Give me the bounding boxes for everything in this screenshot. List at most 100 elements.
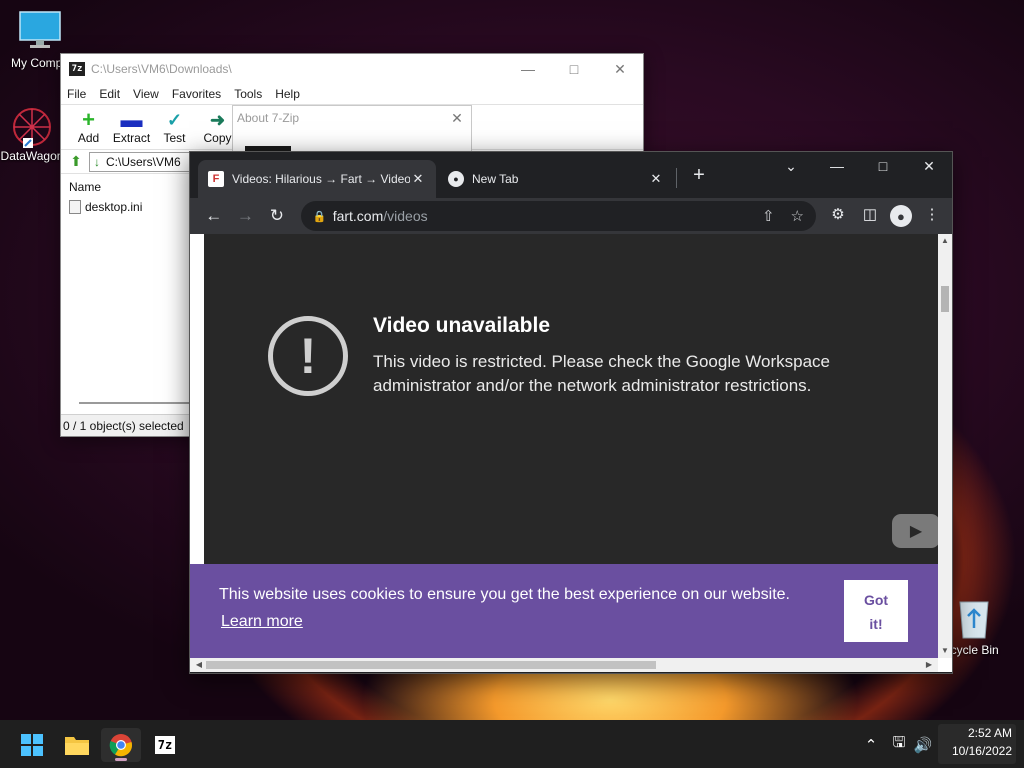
maximize-icon[interactable]: □: [551, 61, 597, 78]
scroll-thumb[interactable]: [206, 661, 656, 669]
clock-date: 10/16/2022: [951, 744, 1012, 758]
page-viewport[interactable]: ! Video unavailable This video is restri…: [190, 234, 952, 672]
scroll-up-icon[interactable]: ▲: [938, 234, 952, 248]
menu-help[interactable]: Help: [275, 87, 300, 101]
menu-file[interactable]: File: [67, 87, 86, 101]
fart-favicon-icon: F: [208, 171, 224, 187]
exclamation-icon: !: [268, 316, 348, 396]
scroll-right-icon[interactable]: ▶: [922, 658, 936, 672]
close-icon[interactable]: ✕: [597, 61, 643, 78]
menu-view[interactable]: View: [133, 87, 159, 101]
cookie-message: This website uses cookies to ensure you …: [219, 586, 790, 603]
vertical-scrollbar[interactable]: ▲ ▼: [938, 234, 952, 658]
scroll-down-icon[interactable]: ▼: [938, 644, 952, 658]
tab-title: New Tab: [472, 172, 519, 186]
7zip-menu-bar: File Edit View Favorites Tools Help: [61, 84, 643, 104]
file-explorer-icon: [65, 737, 89, 755]
clock[interactable]: 2:52 AM 10/16/2022: [944, 724, 1012, 760]
7zip-horizontal-scrollbar[interactable]: [79, 402, 199, 404]
extract-label: Extract: [112, 131, 151, 145]
network-icon[interactable]: 🖫: [886, 732, 912, 757]
scroll-left-icon[interactable]: ◀: [192, 658, 206, 672]
scroll-thumb[interactable]: [941, 286, 949, 312]
profile-icon[interactable]: ●: [889, 205, 912, 227]
lock-icon: 🔒: [312, 211, 327, 223]
got-it-button[interactable]: Got it!: [844, 580, 908, 642]
close-icon[interactable]: ✕: [443, 110, 471, 127]
url-host: fart.com: [332, 208, 384, 224]
taskbar-file-explorer[interactable]: [57, 728, 97, 762]
start-icon: [21, 734, 43, 756]
forward-icon[interactable]: →: [230, 202, 262, 230]
address-bar[interactable]: 🔒 fart.com/videos ⇧ ☆: [300, 201, 816, 231]
side-panel-icon[interactable]: ◫: [858, 205, 882, 227]
recycle-bin-icon: [959, 601, 989, 639]
tab-search-icon[interactable]: ⌄: [768, 152, 814, 180]
tab-strip: F Videos: Hilarious → Fart → Video ✕ ● N…: [190, 152, 952, 198]
test-button[interactable]: ✓ Test: [153, 109, 196, 145]
youtube-play-icon[interactable]: ▶: [892, 514, 940, 548]
video-player[interactable]: ! Video unavailable This video is restri…: [204, 234, 940, 566]
test-icon: ✓: [166, 110, 183, 130]
folder-up-icon[interactable]: ⬆: [67, 153, 85, 171]
tab-new-tab[interactable]: ● New Tab ✕: [438, 160, 674, 198]
menu-edit[interactable]: Edit: [99, 87, 120, 101]
new-tab-button[interactable]: +: [688, 164, 710, 186]
add-button[interactable]: + Add: [67, 107, 110, 146]
chrome-window[interactable]: F Videos: Hilarious → Fart → Video ✕ ● N…: [189, 151, 953, 674]
video-error-heading: Video unavailable: [373, 314, 551, 337]
7zip-icon: 7z: [154, 736, 176, 754]
maximize-icon[interactable]: □: [860, 152, 906, 180]
menu-tools[interactable]: Tools: [234, 87, 262, 101]
start-button[interactable]: [12, 728, 52, 762]
close-icon[interactable]: ✕: [906, 152, 952, 180]
url-path: /videos: [383, 208, 428, 224]
close-tab-icon[interactable]: ✕: [648, 171, 664, 187]
add-label: Add: [77, 131, 100, 145]
status-text: 0 / 1 object(s) selected: [63, 418, 184, 433]
bookmark-star-icon[interactable]: ☆: [791, 207, 804, 225]
taskbar-chrome[interactable]: [101, 728, 141, 762]
got-it-line2: it!: [869, 616, 883, 632]
file-name: desktop.ini: [85, 200, 143, 214]
chrome-icon: [109, 734, 133, 757]
volume-icon[interactable]: 🔊: [912, 736, 934, 754]
clock-time: 2:52 AM: [967, 726, 1012, 740]
add-icon: +: [82, 107, 95, 132]
chrome-favicon-icon: ●: [448, 171, 464, 187]
taskbar-7zip[interactable]: 7z: [145, 728, 185, 762]
menu-favorites[interactable]: Favorites: [172, 87, 221, 101]
download-folder-icon: ↓: [94, 154, 100, 169]
minimize-icon[interactable]: —: [814, 152, 860, 180]
share-icon[interactable]: ⇧: [762, 207, 775, 225]
taskbar: 7z ⌃ 🖫 🔊 2:52 AM 10/16/2022: [0, 720, 1024, 768]
7zip-title-bar[interactable]: 7z C:\Users\VM6\Downloads\ — □ ✕: [61, 54, 643, 84]
tab-videos[interactable]: F Videos: Hilarious → Fart → Video ✕: [198, 160, 436, 198]
reload-icon[interactable]: ↻: [261, 202, 293, 230]
extract-button[interactable]: ▬ Extract: [110, 107, 153, 146]
minimize-icon[interactable]: —: [505, 61, 551, 78]
7zip-app-icon: 7z: [69, 62, 85, 76]
cookie-banner: This website uses cookies to ensure you …: [190, 564, 938, 658]
got-it-line1: Got: [863, 592, 889, 608]
7zip-address-text: C:\Users\VM6: [106, 154, 181, 169]
desktop-icon-recycle-bin[interactable]: ecycle Bin: [944, 596, 1020, 657]
extensions-icon[interactable]: ⚙: [826, 205, 850, 227]
about-dialog-title: About 7-Zip: [237, 111, 300, 125]
tab-separator: [676, 168, 677, 188]
close-tab-icon[interactable]: ✕: [410, 171, 426, 187]
file-icon: [69, 200, 81, 214]
test-label: Test: [163, 131, 186, 145]
chevron-up-icon[interactable]: ⌃: [862, 736, 880, 754]
tab-title: Videos: Hilarious → Fart → Video: [232, 172, 410, 186]
learn-more-link[interactable]: Learn more: [221, 613, 303, 631]
menu-kebab-icon[interactable]: ⋮: [920, 205, 944, 227]
browser-toolbar: ← → ↻ 🔒 fart.com/videos ⇧ ☆ ⚙ ◫ ● ⋮: [190, 198, 952, 234]
monitor-icon: [19, 11, 61, 48]
extract-icon: ▬: [120, 107, 143, 132]
video-error-message: This video is restricted. Please check t…: [373, 352, 831, 395]
desktop-icon-label: ecycle Bin: [944, 643, 999, 657]
datawagon-icon: [13, 108, 51, 148]
horizontal-scrollbar[interactable]: ◀ ▶: [190, 658, 938, 672]
back-icon[interactable]: ←: [198, 202, 230, 230]
